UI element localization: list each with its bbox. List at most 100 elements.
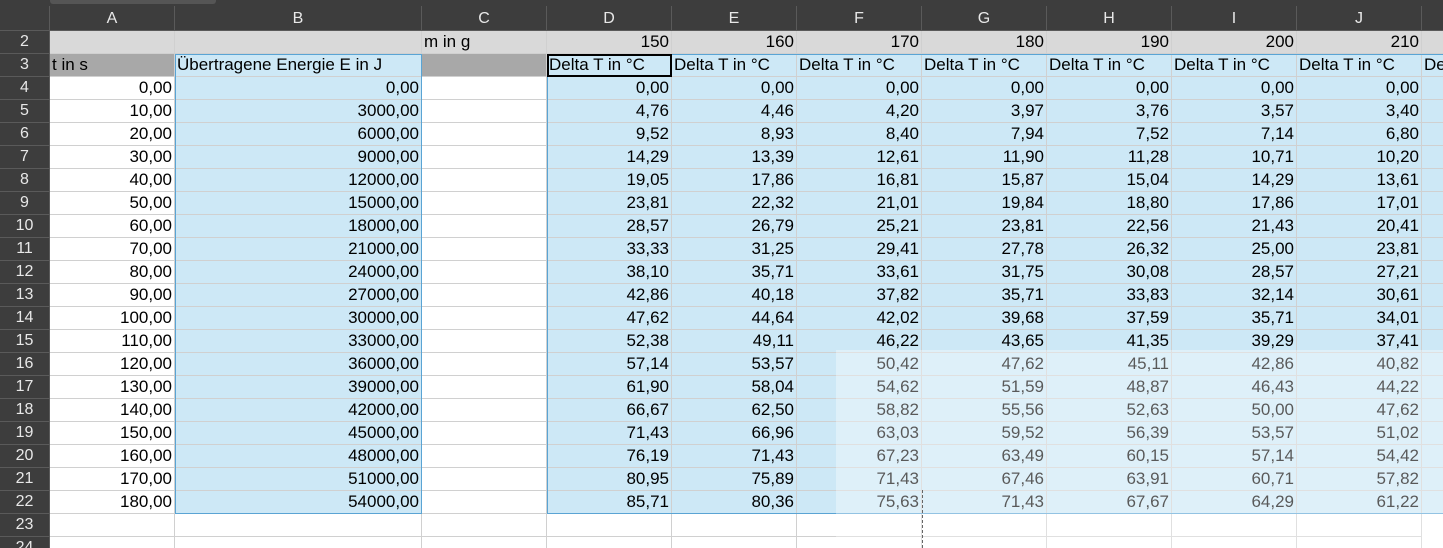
cell-e12[interactable]: 35,71 xyxy=(672,261,797,284)
cell-a18[interactable]: 140,00 xyxy=(50,399,175,422)
cell-c6[interactable] xyxy=(422,123,547,146)
cell-i14[interactable]: 35,71 xyxy=(1172,307,1297,330)
cell-h24[interactable] xyxy=(1047,537,1172,548)
cell-a10[interactable]: 60,00 xyxy=(50,215,175,238)
cell-h21[interactable]: 63,91 xyxy=(1047,468,1172,491)
cell-i9[interactable]: 17,86 xyxy=(1172,192,1297,215)
cell-g20[interactable]: 63,49 xyxy=(922,445,1047,468)
cell-a9[interactable]: 50,00 xyxy=(50,192,175,215)
cell-c17[interactable] xyxy=(422,376,547,399)
cell-a2[interactable] xyxy=(50,31,175,54)
cell-f24[interactable] xyxy=(797,537,922,548)
cell-d14[interactable]: 47,62 xyxy=(547,307,672,330)
column-header-e[interactable]: E xyxy=(672,6,797,31)
cell-d19[interactable]: 71,43 xyxy=(547,422,672,445)
cell-f10[interactable]: 25,21 xyxy=(797,215,922,238)
cell-j13[interactable]: 30,61 xyxy=(1297,284,1422,307)
row-header-13[interactable]: 13 xyxy=(0,284,50,307)
cell-g19[interactable]: 59,52 xyxy=(922,422,1047,445)
cell-c3[interactable] xyxy=(422,54,547,77)
cell-k17[interactable] xyxy=(1422,376,1443,399)
cell-g4[interactable]: 0,00 xyxy=(922,77,1047,100)
cell-b7[interactable]: 9000,00 xyxy=(175,146,422,169)
cell-c7[interactable] xyxy=(422,146,547,169)
column-header-d[interactable]: D xyxy=(547,6,672,31)
column-header-g[interactable]: G xyxy=(922,6,1047,31)
cell-d7[interactable]: 14,29 xyxy=(547,146,672,169)
spreadsheet-grid[interactable]: A B C D E F G H I J 2 3 4 5 6 7 8 9 10 11 12 13 14 15 16 17 18 19 20… xyxy=(0,0,1443,548)
cell-f5[interactable]: 4,20 xyxy=(797,100,922,123)
cell-g18[interactable]: 55,56 xyxy=(922,399,1047,422)
column-header-b[interactable]: B xyxy=(175,6,422,31)
cell-i19[interactable]: 53,57 xyxy=(1172,422,1297,445)
cell-f21[interactable]: 71,43 xyxy=(797,468,922,491)
cell-e7[interactable]: 13,39 xyxy=(672,146,797,169)
cell-f19[interactable]: 63,03 xyxy=(797,422,922,445)
column-header-c[interactable]: C xyxy=(422,6,547,31)
cell-a5[interactable]: 10,00 xyxy=(50,100,175,123)
cell-c15[interactable] xyxy=(422,330,547,353)
cell-h19[interactable]: 56,39 xyxy=(1047,422,1172,445)
cell-b13[interactable]: 27000,00 xyxy=(175,284,422,307)
cell-h9[interactable]: 18,80 xyxy=(1047,192,1172,215)
row-header-9[interactable]: 9 xyxy=(0,192,50,215)
cell-c21[interactable] xyxy=(422,468,547,491)
cell-c8[interactable] xyxy=(422,169,547,192)
cell-f20[interactable]: 67,23 xyxy=(797,445,922,468)
cell-h18[interactable]: 52,63 xyxy=(1047,399,1172,422)
cell-d6[interactable]: 9,52 xyxy=(547,123,672,146)
cell-j18[interactable]: 47,62 xyxy=(1297,399,1422,422)
column-header-a[interactable]: A xyxy=(50,6,175,31)
row-header-16[interactable]: 16 xyxy=(0,353,50,376)
cell-a3[interactable]: t in s xyxy=(50,54,175,77)
cell-d3[interactable]: Delta T in °C xyxy=(547,54,672,77)
cell-d13[interactable]: 42,86 xyxy=(547,284,672,307)
cell-k15[interactable] xyxy=(1422,330,1443,353)
cell-k14[interactable] xyxy=(1422,307,1443,330)
cell-i22[interactable]: 64,29 xyxy=(1172,491,1297,514)
cell-h15[interactable]: 41,35 xyxy=(1047,330,1172,353)
cell-k13[interactable] xyxy=(1422,284,1443,307)
cell-k22[interactable] xyxy=(1422,491,1443,514)
cell-g6[interactable]: 7,94 xyxy=(922,123,1047,146)
cell-g22[interactable]: 71,43 xyxy=(922,491,1047,514)
cell-d16[interactable]: 57,14 xyxy=(547,353,672,376)
cell-j11[interactable]: 23,81 xyxy=(1297,238,1422,261)
cell-b8[interactable]: 12000,00 xyxy=(175,169,422,192)
cell-i11[interactable]: 25,00 xyxy=(1172,238,1297,261)
cell-c9[interactable] xyxy=(422,192,547,215)
cell-e9[interactable]: 22,32 xyxy=(672,192,797,215)
cell-e10[interactable]: 26,79 xyxy=(672,215,797,238)
cell-f13[interactable]: 37,82 xyxy=(797,284,922,307)
cell-i17[interactable]: 46,43 xyxy=(1172,376,1297,399)
cell-b5[interactable]: 3000,00 xyxy=(175,100,422,123)
cell-g16[interactable]: 47,62 xyxy=(922,353,1047,376)
cell-d23[interactable] xyxy=(547,514,672,537)
cell-e21[interactable]: 75,89 xyxy=(672,468,797,491)
cell-g10[interactable]: 23,81 xyxy=(922,215,1047,238)
cell-k20[interactable] xyxy=(1422,445,1443,468)
cell-e19[interactable]: 66,96 xyxy=(672,422,797,445)
cell-d8[interactable]: 19,05 xyxy=(547,169,672,192)
cell-f23[interactable] xyxy=(797,514,922,537)
cell-h2[interactable]: 190 xyxy=(1047,31,1172,54)
row-header-6[interactable]: 6 xyxy=(0,123,50,146)
cell-h12[interactable]: 30,08 xyxy=(1047,261,1172,284)
cell-g21[interactable]: 67,46 xyxy=(922,468,1047,491)
cell-a24[interactable] xyxy=(50,537,175,548)
cell-c20[interactable] xyxy=(422,445,547,468)
cell-k21[interactable] xyxy=(1422,468,1443,491)
cell-a23[interactable] xyxy=(50,514,175,537)
cell-a13[interactable]: 90,00 xyxy=(50,284,175,307)
cell-h7[interactable]: 11,28 xyxy=(1047,146,1172,169)
cell-j23[interactable] xyxy=(1297,514,1422,537)
cell-k18[interactable] xyxy=(1422,399,1443,422)
cell-i2[interactable]: 200 xyxy=(1172,31,1297,54)
cell-b9[interactable]: 15000,00 xyxy=(175,192,422,215)
cell-c10[interactable] xyxy=(422,215,547,238)
cell-k12[interactable] xyxy=(1422,261,1443,284)
column-header-h[interactable]: H xyxy=(1047,6,1172,31)
cell-i10[interactable]: 21,43 xyxy=(1172,215,1297,238)
cell-d21[interactable]: 80,95 xyxy=(547,468,672,491)
cell-b16[interactable]: 36000,00 xyxy=(175,353,422,376)
